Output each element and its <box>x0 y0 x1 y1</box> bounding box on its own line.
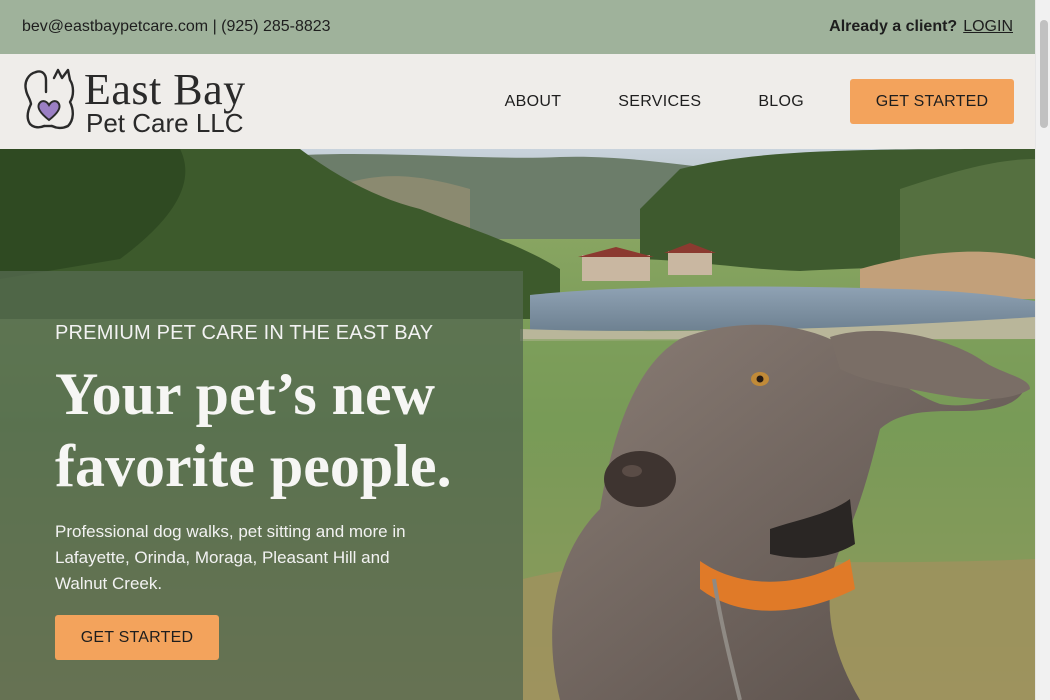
hero-text-panel: PREMIUM PET CARE IN THE EAST BAY Your pe… <box>0 271 523 700</box>
site-logo[interactable]: East Bay Pet Care LLC <box>22 64 246 138</box>
logo-wordmark: East Bay Pet Care LLC <box>84 64 246 138</box>
dog-cat-heart-icon <box>22 68 78 135</box>
site-header: East Bay Pet Care LLC ABOUT SERVICES BLO… <box>0 54 1035 149</box>
nav-services[interactable]: SERVICES <box>618 93 701 111</box>
hero-eyebrow: PREMIUM PET CARE IN THE EAST BAY <box>55 322 434 344</box>
contact-info: bev@eastbaypetcare.com | (925) 285-8823 <box>22 18 331 35</box>
header-get-started-button[interactable]: GET STARTED <box>850 79 1014 124</box>
page-scrollbar[interactable] <box>1035 0 1050 700</box>
main-nav: ABOUT SERVICES BLOG GET STARTED <box>505 79 1014 124</box>
hero-description: Professional dog walks, pet sitting and … <box>55 522 406 593</box>
hero-section: PREMIUM PET CARE IN THE EAST BAY Your pe… <box>0 149 1035 700</box>
nav-blog[interactable]: BLOG <box>758 93 804 111</box>
client-question: Already a client? <box>829 18 958 35</box>
nav-about[interactable]: ABOUT <box>505 93 562 111</box>
top-contact-bar: bev@eastbaypetcare.com | (925) 285-8823 … <box>0 0 1035 54</box>
logo-subtitle: Pet Care LLC <box>86 107 244 138</box>
login-link[interactable]: LOGIN <box>963 18 1013 36</box>
hero-get-started-button[interactable]: GET STARTED <box>55 615 219 660</box>
client-login-area: Already a client? LOGIN <box>829 18 1013 36</box>
scrollbar-thumb[interactable] <box>1040 20 1048 128</box>
hero-headline: Your pet’s new favorite people. <box>55 361 452 499</box>
logo-name: East Bay <box>84 64 246 114</box>
